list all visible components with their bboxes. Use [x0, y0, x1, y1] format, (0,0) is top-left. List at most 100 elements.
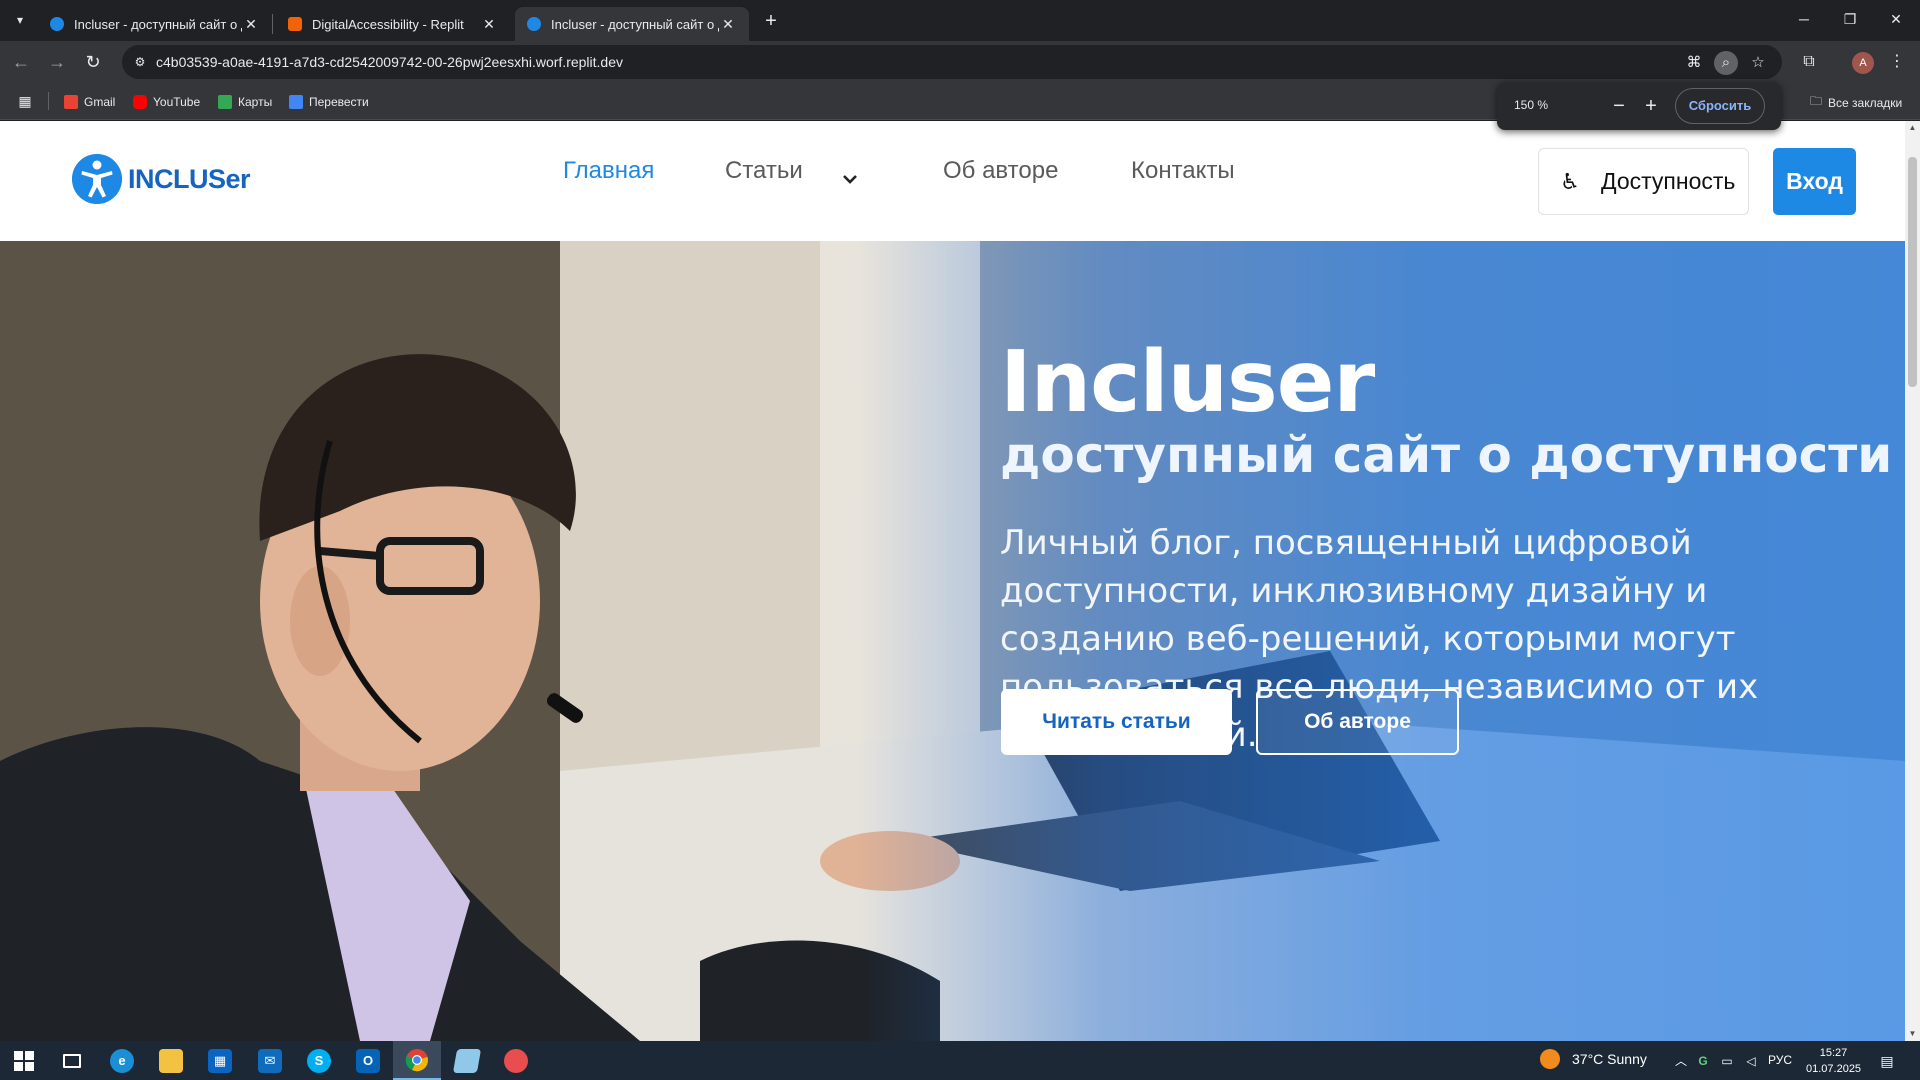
close-tab-icon[interactable]: ✕ [719, 16, 737, 33]
browser-toolbar: ← → ↻ ⚙ c4b03539-a0ae-4191-a7d3-cd254200… [0, 41, 1920, 83]
read-articles-button[interactable]: Читать статьи [1001, 689, 1232, 755]
folder-icon [159, 1048, 183, 1073]
login-button[interactable]: Вход [1773, 148, 1856, 215]
nav-about[interactable]: Об авторе [943, 157, 1058, 185]
reload-icon[interactable]: ↻ [78, 47, 108, 77]
zoom-reset-button[interactable]: Сбросить [1675, 88, 1765, 124]
hero-section: Incluser доступный сайт о доступности Ли… [0, 241, 1905, 1041]
clock[interactable]: 15:27 01.07.2025 [1806, 1045, 1861, 1077]
zoom-out-minus-icon[interactable]: − [1605, 92, 1633, 120]
nav-articles[interactable]: Статьи [725, 157, 803, 185]
windows-logo-icon [14, 1050, 34, 1071]
bookmark-divider [48, 92, 49, 110]
page-scrollbar[interactable]: ▲ ▼ [1905, 121, 1920, 1041]
tab-incluser-1[interactable]: Incluser - доступный сайт о до ✕ [38, 7, 272, 41]
network-icon[interactable]: ▭ [1718, 1052, 1736, 1070]
chevron-down-icon[interactable] [840, 169, 860, 189]
edge-icon: e [110, 1048, 134, 1073]
bookmark-label: Карты [238, 95, 273, 109]
mail-app[interactable]: ✉ [246, 1041, 294, 1080]
tab-strip: ▾ Incluser - доступный сайт о до ✕ Digit… [0, 0, 1920, 41]
notifications-icon[interactable]: ▤ [1876, 1050, 1898, 1072]
nav-home[interactable]: Главная [563, 157, 654, 185]
site-info-icon[interactable]: ⚙ [130, 52, 150, 72]
folder-icon: 🗀 [1810, 94, 1823, 108]
maps-icon [218, 95, 232, 109]
store-app[interactable]: ▦ [196, 1041, 244, 1080]
bookmark-youtube[interactable]: YouTube [133, 92, 200, 112]
tab-search-icon[interactable]: ▾ [8, 8, 32, 32]
edge-app[interactable]: e [98, 1041, 146, 1080]
incluser-favicon-icon [50, 17, 64, 31]
apps-grid-icon[interactable]: ▦ [16, 92, 34, 110]
tab-incluser-active[interactable]: Incluser - доступный сайт о до ✕ [515, 7, 749, 41]
tray-chevron-up-icon[interactable]: ︿ [1672, 1052, 1690, 1070]
new-tab-plus-icon[interactable]: + [758, 8, 784, 34]
start-button[interactable] [0, 1041, 48, 1080]
tab-divider [272, 14, 273, 34]
close-tab-icon[interactable]: ✕ [480, 16, 498, 33]
paint-icon [504, 1048, 528, 1073]
sun-weather-icon [1540, 1049, 1560, 1069]
outlook-icon: O [356, 1048, 380, 1073]
menu-kebab-icon[interactable]: ⋮ [1884, 49, 1910, 75]
weather-widget[interactable]: 37°C Sunny [1540, 1049, 1647, 1069]
about-author-button[interactable]: Об авторе [1256, 689, 1459, 755]
accessibility-person-logo-icon [72, 154, 122, 204]
url-text[interactable]: c4b03539-a0ae-4191-a7d3-cd2542009742-00-… [156, 54, 623, 70]
all-bookmarks[interactable]: 🗀 Все закладки [1810, 92, 1902, 113]
tray-app-icon[interactable]: G [1694, 1052, 1712, 1070]
hero-title: Incluser [1000, 333, 1375, 432]
profile-avatar[interactable]: A [1852, 52, 1874, 74]
screen: ▾ Incluser - доступный сайт о до ✕ Digit… [0, 0, 1920, 1080]
bookmark-star-icon[interactable]: ☆ [1746, 51, 1770, 75]
tab-replit[interactable]: DigitalAccessibility - Replit ✕ [276, 7, 510, 41]
zoom-in-plus-icon[interactable]: + [1637, 92, 1665, 120]
scroll-down-arrow-icon[interactable]: ▼ [1905, 1027, 1920, 1041]
notepad-icon [452, 1048, 482, 1073]
bookmark-translate[interactable]: Перевести [289, 92, 369, 112]
minimize-icon[interactable]: ─ [1784, 4, 1824, 34]
wheelchair-icon: ♿ [1560, 168, 1580, 194]
restore-icon[interactable]: ❐ [1830, 4, 1870, 34]
bookmark-maps[interactable]: Карты [218, 92, 272, 112]
accessibility-button[interactable]: ♿ Доступность [1538, 148, 1749, 215]
close-window-icon[interactable]: ✕ [1876, 4, 1916, 34]
windows-taskbar: e ▦ ✉ S O 37°C Sunny ︿ G ▭ ◁ РУС 15:27 0… [0, 1041, 1920, 1080]
replit-favicon-icon [288, 17, 302, 31]
close-tab-icon[interactable]: ✕ [242, 16, 260, 33]
skype-app[interactable]: S [295, 1041, 343, 1080]
site-header: INCLUSer Главная Статьи Об авторе Контак… [0, 121, 1905, 241]
hero-subtitle: доступный сайт о доступности [1000, 426, 1893, 484]
extensions-icon[interactable]: ⧉ [1796, 49, 1822, 75]
address-bar[interactable]: ⚙ c4b03539-a0ae-4191-a7d3-cd2542009742-0… [122, 45, 1782, 79]
bookmark-label: Перевести [309, 95, 369, 109]
youtube-icon [133, 95, 147, 109]
input-language[interactable]: РУС [1768, 1053, 1792, 1067]
outlook-app[interactable]: O [344, 1041, 392, 1080]
weather-text: 37°C Sunny [1572, 1051, 1647, 1067]
outlook-mail-icon: ✉ [258, 1048, 282, 1073]
explorer-app[interactable] [147, 1041, 195, 1080]
notepad-app[interactable] [443, 1041, 491, 1080]
incluser-favicon-icon [527, 17, 541, 31]
bookmark-label: YouTube [153, 95, 201, 109]
task-view-button[interactable] [48, 1041, 96, 1080]
volume-icon[interactable]: ◁ [1742, 1052, 1760, 1070]
scroll-up-arrow-icon[interactable]: ▲ [1905, 121, 1920, 135]
back-arrow-icon[interactable]: ← [6, 47, 36, 77]
paint-app[interactable] [492, 1041, 540, 1080]
forward-arrow-icon[interactable]: → [42, 47, 72, 77]
chrome-app[interactable] [393, 1041, 441, 1080]
skype-icon: S [307, 1048, 331, 1073]
zoom-icon[interactable]: ⌕ [1714, 51, 1738, 75]
bookmark-gmail[interactable]: Gmail [64, 92, 115, 112]
all-bookmarks-label: Все закладки [1828, 95, 1903, 110]
zoom-popup: 150 % − + Сбросить [1497, 82, 1781, 130]
site-logo[interactable]: INCLUSer [72, 154, 251, 204]
scroll-thumb[interactable] [1908, 157, 1917, 387]
translate-icon[interactable]: ⌘ [1682, 51, 1706, 75]
nav-contacts[interactable]: Контакты [1131, 157, 1235, 185]
gmail-icon [64, 95, 78, 109]
tab-title: DigitalAccessibility - Replit [312, 16, 464, 32]
